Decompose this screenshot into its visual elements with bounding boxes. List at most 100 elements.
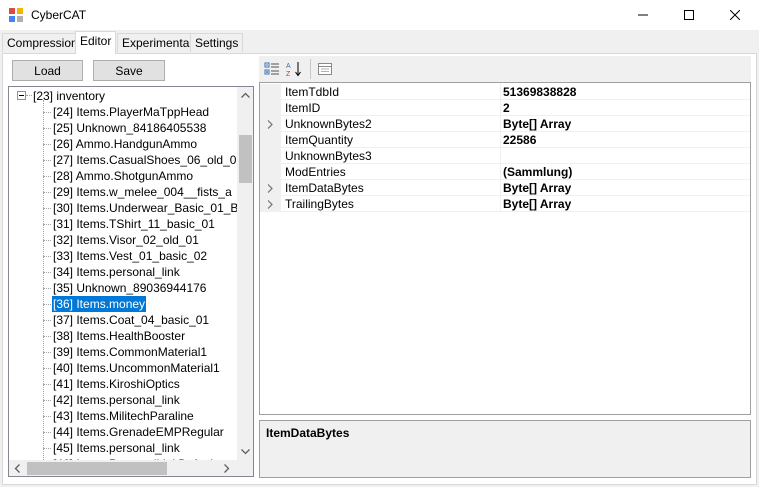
- property-name[interactable]: ItemID: [285, 100, 499, 116]
- svg-text:A: A: [286, 63, 291, 70]
- scroll-up-icon[interactable]: [241, 92, 250, 98]
- minimize-button[interactable]: [620, 0, 666, 30]
- expand-chevron-icon[interactable]: [267, 184, 273, 193]
- property-value[interactable]: [503, 148, 750, 164]
- scroll-left-icon[interactable]: [14, 464, 20, 473]
- tree-item[interactable]: [43] Items.MilitechParaline: [52, 408, 195, 424]
- property-value[interactable]: Byte[] Array: [503, 196, 750, 212]
- tree-item[interactable]: [44] Items.GrenadeEMPRegular: [52, 424, 225, 440]
- tree-connector: [43, 224, 51, 225]
- tree-connector: [43, 208, 51, 209]
- tree-item[interactable]: [30] Items.Underwear_Basic_01_Bottom: [52, 200, 253, 216]
- tree-connector: [43, 368, 51, 369]
- tree-item[interactable]: [28] Ammo.ShotgunAmmo: [52, 168, 194, 184]
- horizontal-scroll-thumb[interactable]: [27, 462, 167, 475]
- alphabetical-sort-icon[interactable]: A Z: [286, 61, 302, 77]
- property-value[interactable]: Byte[] Array: [503, 180, 750, 196]
- tree-item[interactable]: [34] Items.personal_link: [52, 264, 181, 280]
- tree-item[interactable]: [45] Items.personal_link: [52, 440, 181, 456]
- tree-item[interactable]: [31] Items.TShirt_11_basic_01: [52, 216, 216, 232]
- tree-item[interactable]: [29] Items.w_melee_004__fists_a: [52, 184, 233, 200]
- tree-connector: [43, 128, 51, 129]
- maximize-button[interactable]: [666, 0, 712, 30]
- tree-item[interactable]: [41] Items.KiroshiOptics: [52, 376, 181, 392]
- property-value[interactable]: Byte[] Array: [503, 116, 750, 132]
- close-button[interactable]: [712, 0, 758, 30]
- property-row[interactable]: ItemID 2: [260, 100, 750, 116]
- property-grid[interactable]: ItemTdbId 51369838828 ItemID 2 UnknownBytes2…: [259, 82, 751, 415]
- collapse-icon[interactable]: [17, 91, 26, 100]
- scrollbar-corner: [237, 460, 253, 476]
- tree-connector: [43, 352, 51, 353]
- window-title: CyberCAT: [31, 8, 87, 22]
- tree-connector: [43, 256, 51, 257]
- scroll-down-icon[interactable]: [241, 449, 250, 455]
- property-name[interactable]: ItemTdbId: [285, 84, 499, 100]
- inventory-tree[interactable]: [23] inventory [24] Items.PlayerMaTppHea…: [8, 86, 254, 477]
- tree-connector: [43, 240, 51, 241]
- tree-item-selected[interactable]: [36] Items.money: [52, 296, 147, 312]
- categorized-view-icon[interactable]: [264, 61, 280, 77]
- tree-item[interactable]: [39] Items.CommonMaterial1: [52, 344, 208, 360]
- tab-settings[interactable]: Settings: [190, 33, 244, 52]
- property-row-gutter: [260, 164, 281, 180]
- tree-connector: [43, 112, 51, 113]
- tree-connector: [43, 160, 51, 161]
- tree-item[interactable]: [38] Items.HealthBooster: [52, 328, 186, 344]
- property-row-gutter[interactable]: [260, 116, 281, 132]
- property-row-gutter[interactable]: [260, 196, 281, 212]
- save-button[interactable]: Save: [93, 60, 165, 81]
- property-name[interactable]: TrailingBytes: [285, 196, 499, 212]
- property-value[interactable]: 2: [503, 100, 750, 116]
- property-row-gutter[interactable]: [260, 180, 281, 196]
- tree-connector: [43, 176, 51, 177]
- property-name[interactable]: ModEntries: [285, 164, 499, 180]
- vertical-scroll-thumb[interactable]: [239, 135, 252, 183]
- minimize-icon: [638, 14, 648, 16]
- property-name[interactable]: UnknownBytes2: [285, 116, 499, 132]
- tree-item[interactable]: [35] Unknown_89036944176: [52, 280, 207, 296]
- expand-chevron-icon[interactable]: [267, 200, 273, 209]
- property-value[interactable]: (Sammlung): [503, 164, 750, 180]
- property-row[interactable]: ItemDataBytes Byte[] Array: [260, 180, 750, 196]
- property-name[interactable]: ItemQuantity: [285, 132, 499, 148]
- property-row[interactable]: UnknownBytes3: [260, 148, 750, 164]
- property-name[interactable]: ItemDataBytes: [285, 180, 499, 196]
- tree-connector: [26, 95, 32, 96]
- tree-item[interactable]: [26] Ammo.HandgunAmmo: [52, 136, 198, 152]
- tree-item[interactable]: [32] Items.Visor_02_old_01: [52, 232, 200, 248]
- tree-connector: [43, 304, 51, 305]
- tree-connector: [43, 144, 51, 145]
- tab-editor[interactable]: Editor: [75, 31, 117, 54]
- tree-item[interactable]: [40] Items.UncommonMaterial1: [52, 360, 221, 376]
- load-button[interactable]: Load: [12, 60, 83, 81]
- tab-compression[interactable]: Compression: [2, 33, 83, 52]
- property-row[interactable]: ItemQuantity 22586: [260, 132, 750, 148]
- tree-item[interactable]: [27] Items.CasualShoes_06_old_02: [52, 152, 244, 168]
- tree-item[interactable]: [37] Items.Coat_04_basic_01: [52, 312, 210, 328]
- property-row-line: [281, 211, 750, 212]
- tree-connector: [43, 320, 51, 321]
- tree-horizontal-scrollbar[interactable]: [9, 460, 237, 476]
- svg-text:Z: Z: [286, 71, 291, 77]
- expand-chevron-icon[interactable]: [267, 120, 273, 129]
- property-row[interactable]: TrailingBytes Byte[] Array: [260, 196, 750, 212]
- tab-experimental[interactable]: Experimental: [117, 33, 198, 52]
- tree-item[interactable]: [24] Items.PlayerMaTppHead: [52, 104, 210, 120]
- tree-item[interactable]: [42] Items.personal_link: [52, 392, 181, 408]
- tree-connector: [43, 432, 51, 433]
- property-value[interactable]: 22586: [503, 132, 750, 148]
- tree-connector: [43, 416, 51, 417]
- property-name[interactable]: UnknownBytes3: [285, 148, 499, 164]
- property-row[interactable]: UnknownBytes2 Byte[] Array: [260, 116, 750, 132]
- tree-vertical-scrollbar[interactable]: [237, 87, 253, 460]
- property-row-gutter: [260, 84, 281, 100]
- tree-item[interactable]: [25] Unknown_84186405538: [52, 120, 207, 136]
- property-value[interactable]: 51369838828: [503, 84, 750, 100]
- property-row-gutter: [260, 148, 281, 164]
- property-pages-icon[interactable]: [317, 61, 333, 77]
- tree-item[interactable]: [33] Items.Vest_01_basic_02: [52, 248, 208, 264]
- property-row[interactable]: ModEntries (Sammlung): [260, 164, 750, 180]
- property-row[interactable]: ItemTdbId 51369838828: [260, 84, 750, 100]
- scroll-right-icon[interactable]: [224, 464, 230, 473]
